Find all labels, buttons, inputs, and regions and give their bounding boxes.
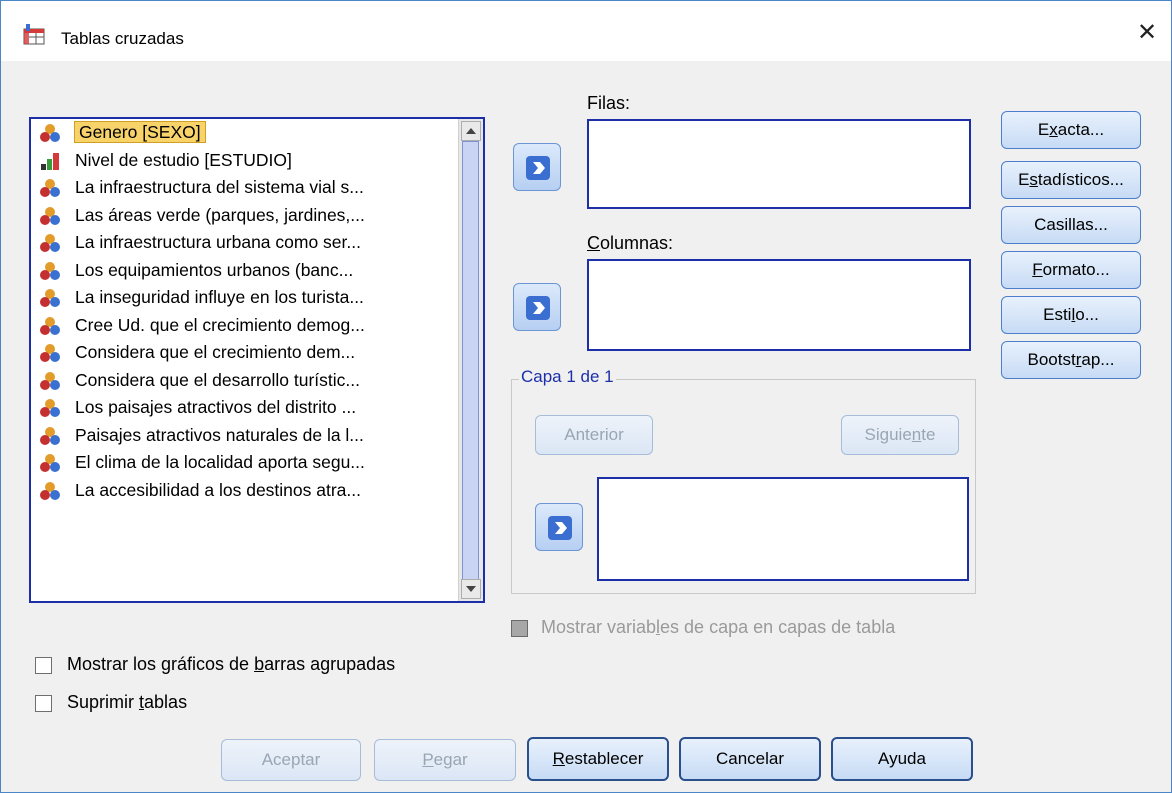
right-arrow-icon [526, 156, 550, 180]
scroll-up-icon[interactable] [461, 121, 481, 141]
nominal-icon [40, 179, 60, 197]
scroll-thumb[interactable] [462, 141, 479, 591]
scroll-down-icon[interactable] [461, 579, 481, 599]
nominal-icon [40, 344, 60, 362]
move-to-rows-button[interactable] [513, 143, 561, 191]
cancel-button[interactable]: Cancelar [679, 737, 821, 781]
format-button[interactable]: Formato... [1001, 251, 1141, 289]
close-icon[interactable]: ✕ [1135, 21, 1159, 45]
title-bar: Tablas cruzadas ✕ [1, 1, 1171, 61]
columns-label: Columnas: [587, 233, 674, 253]
reset-button[interactable]: Restablecer [527, 737, 669, 781]
layer-box[interactable] [597, 477, 969, 581]
variable-label: Los paisajes atractivos del distrito ... [75, 397, 357, 417]
variable-label: Paisajes atractivos naturales de la l... [75, 424, 364, 445]
variable-label: Genero [SEXO] [74, 121, 206, 143]
window-title: Tablas cruzadas [61, 29, 184, 48]
nominal-icon [40, 289, 60, 307]
columns-box[interactable] [587, 259, 971, 351]
variable-list-item[interactable]: Los equipamientos urbanos (banc... [31, 257, 459, 285]
layer-group-title: Capa 1 de 1 [519, 367, 616, 387]
nominal-icon [40, 206, 60, 225]
suppress-tables-label: Suprimir tablas [67, 692, 188, 712]
previous-layer-button[interactable]: Anterior [535, 415, 653, 455]
next-layer-button[interactable]: Siguiente [841, 415, 959, 455]
variable-label: Considera que el crecimiento dem... [75, 342, 356, 362]
nominal-icon [40, 234, 60, 252]
show-layer-variables-checkbox[interactable] [511, 620, 528, 637]
variable-list-item[interactable]: Considera que el desarrollo turístic... [31, 367, 459, 395]
rows-label: Filas: [587, 93, 631, 113]
variable-label: La inseguridad influye en los turista... [75, 287, 364, 307]
ordinal-icon [41, 152, 59, 170]
nominal-icon [40, 454, 60, 472]
variable-list-item[interactable]: El clima de la localidad aporta segu... [31, 449, 459, 477]
variable-list-item[interactable]: La accesibilidad a los destinos atra... [31, 477, 459, 505]
variable-list-item[interactable]: Cree Ud. que el crecimiento demog... [31, 312, 459, 340]
bootstrap-button[interactable]: Bootstrap... [1001, 341, 1141, 379]
show-clustered-bar-charts-checkbox[interactable] [35, 657, 52, 674]
variable-label: Cree Ud. que el crecimiento demog... [75, 314, 365, 335]
variable-label: La infraestructura del sistema vial s... [75, 177, 364, 197]
nominal-icon [40, 124, 60, 142]
paste-button[interactable]: Pegar [374, 739, 516, 781]
variable-list-item[interactable]: Los paisajes atractivos del distrito ... [31, 394, 459, 422]
variable-list-scrollbar[interactable] [458, 119, 483, 601]
cells-button[interactable]: Casillas... [1001, 206, 1141, 244]
variable-label: La accesibilidad a los destinos atra... [75, 479, 361, 500]
nominal-icon [40, 426, 60, 445]
variable-list-item[interactable]: La inseguridad influye en los turista... [31, 284, 459, 312]
variable-list-item[interactable]: Las áreas verde (parques, jardines,... [31, 202, 459, 230]
suppress-tables-checkbox[interactable] [35, 695, 52, 712]
variable-label: Los equipamientos urbanos (banc... [75, 259, 354, 280]
nominal-icon [40, 399, 60, 417]
variable-list-item[interactable]: La infraestructura urbana como ser... [31, 229, 459, 257]
crosstabs-app-icon [23, 24, 45, 45]
ok-button[interactable]: Aceptar [221, 739, 361, 781]
rows-box[interactable] [587, 119, 971, 209]
right-arrow-icon [526, 296, 550, 320]
move-to-layer-button[interactable] [535, 503, 583, 551]
exact-button[interactable]: Exacta... [1001, 111, 1141, 149]
variable-list[interactable]: Genero [SEXO] Nivel de estudio [ESTUDIO] L… [29, 117, 485, 603]
crosstabs-dialog: Tablas cruzadas ✕ Genero [SEXO] Nivel de … [0, 0, 1172, 793]
right-arrow-icon [548, 516, 572, 540]
help-button[interactable]: Ayuda [831, 737, 973, 781]
show-layer-variables-label: Mostrar variables de capa en capas de ta… [541, 617, 896, 637]
variable-list-item[interactable]: Genero [SEXO] [31, 119, 459, 147]
variable-list-item[interactable]: La infraestructura del sistema vial s... [31, 174, 459, 202]
variable-list-item[interactable]: Considera que el crecimiento dem... [31, 339, 459, 367]
nominal-icon [40, 261, 60, 280]
variable-list-item[interactable]: Nivel de estudio [ESTUDIO] [31, 147, 459, 175]
variable-list-item[interactable]: Paisajes atractivos naturales de la l... [31, 422, 459, 450]
variable-label: Nivel de estudio [ESTUDIO] [75, 149, 292, 170]
variable-label: La infraestructura urbana como ser... [75, 232, 361, 252]
nominal-icon [40, 316, 60, 335]
statistics-button[interactable]: Estadísticos... [1001, 161, 1141, 199]
variable-label: Considera que el desarrollo turístic... [75, 369, 360, 390]
variable-label: Las áreas verde (parques, jardines,... [75, 204, 365, 225]
move-to-columns-button[interactable] [513, 283, 561, 331]
style-button[interactable]: Estilo... [1001, 296, 1141, 334]
nominal-icon [40, 371, 60, 390]
show-clustered-bar-charts-label: Mostrar los gráficos de barras agrupadas [67, 654, 396, 674]
variable-label: El clima de la localidad aporta segu... [75, 452, 365, 472]
nominal-icon [40, 481, 60, 500]
